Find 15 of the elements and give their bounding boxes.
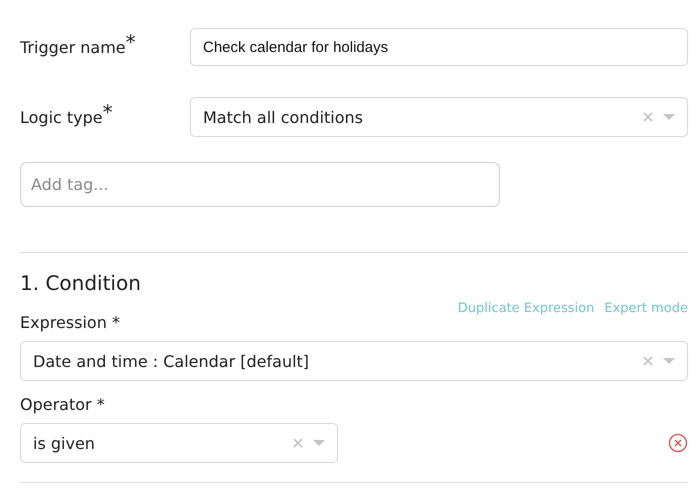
clear-icon[interactable] <box>643 356 653 366</box>
clear-icon[interactable] <box>293 438 303 448</box>
clear-icon[interactable] <box>643 112 653 122</box>
caret-icon[interactable] <box>313 440 325 446</box>
caret-icon[interactable] <box>663 358 675 364</box>
text-input[interactable]: Check calendar for holidays <box>190 28 688 66</box>
select-field[interactable]: Match all conditions <box>190 97 688 137</box>
caret-icon[interactable] <box>663 114 675 120</box>
field-label: Expression * <box>20 313 120 332</box>
select-field[interactable]: is given <box>20 423 338 463</box>
tag-input[interactable]: Add tag... <box>20 162 500 207</box>
select-field[interactable]: Date and time : Calendar [default] <box>20 341 688 381</box>
section-heading: 1. Condition <box>20 271 142 295</box>
field-label: Operator * <box>20 395 106 414</box>
remove-icon[interactable] <box>668 433 688 453</box>
